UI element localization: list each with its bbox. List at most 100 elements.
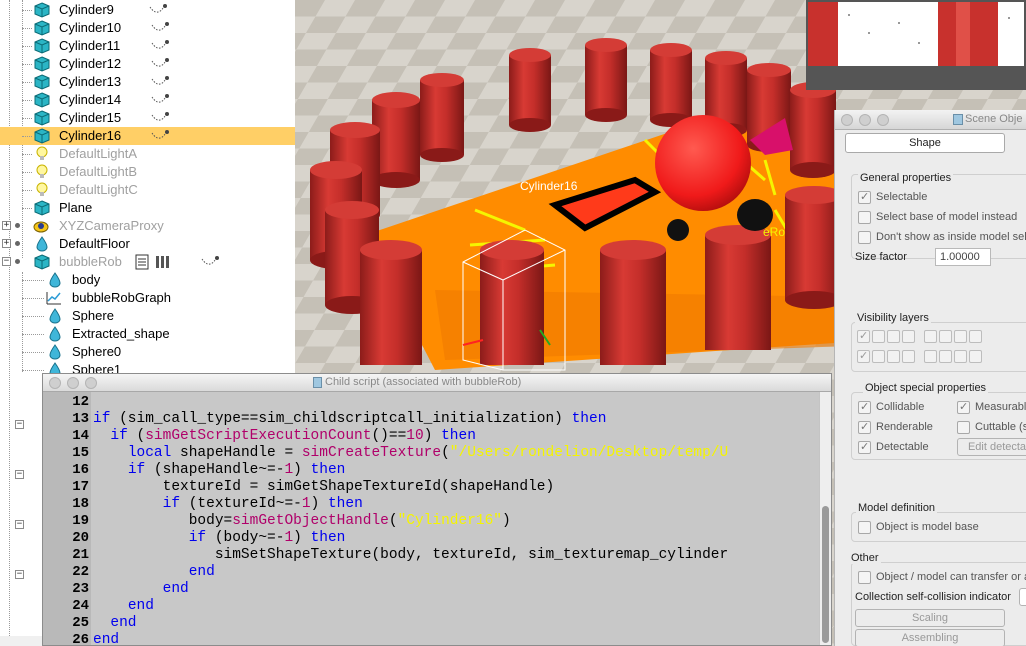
layer-checkbox[interactable]	[969, 350, 982, 363]
close-window-button[interactable]	[841, 114, 853, 126]
tree-item-sphere[interactable]: Sphere	[0, 307, 295, 325]
code-line[interactable]: body=simGetObjectHandle("Cylinder16")	[93, 513, 511, 529]
vision-sensor-view[interactable]	[806, 0, 1026, 90]
checkbox-box[interactable]	[858, 440, 871, 454]
checkbox-box[interactable]	[858, 420, 871, 434]
zoom-window-button[interactable]	[877, 114, 889, 126]
collection-indicator-input[interactable]: (s	[1019, 588, 1026, 606]
tree-item-bubblerob[interactable]: − bubbleRob	[0, 253, 295, 271]
assembling-button[interactable]: Assembling	[855, 629, 1005, 646]
shape-tab-button[interactable]: Shape	[845, 133, 1005, 153]
tree-item-defaultlightc[interactable]: DefaultLightC	[0, 181, 295, 199]
layer-checkbox[interactable]	[887, 330, 900, 343]
scene-object-properties-dialog[interactable]: Scene Obje Shape General properties Sele…	[834, 110, 1026, 646]
line-number: 17	[72, 479, 89, 495]
checkbox-box[interactable]	[858, 571, 871, 584]
cylinder-selected[interactable]	[480, 240, 544, 365]
expand-toggle[interactable]: −	[15, 470, 24, 479]
layer-checkbox[interactable]	[924, 350, 937, 363]
edit-detectable-button[interactable]: Edit detecta	[957, 438, 1026, 456]
checkbox-box[interactable]	[957, 400, 970, 414]
code-line[interactable]: if (body~=-1) then	[93, 530, 346, 546]
tree-item-defaultlighta[interactable]: DefaultLightA	[0, 145, 295, 163]
layer-checkbox[interactable]	[954, 330, 967, 343]
tree-item-defaultfloor[interactable]: + DefaultFloor	[0, 235, 295, 253]
checkbox-box[interactable]	[858, 211, 871, 224]
dynamic-link-icon	[151, 76, 169, 85]
code-line[interactable]: local shapeHandle = simCreateTexture("/U…	[93, 445, 728, 461]
tree-item-cylinder15[interactable]: Cylinder15	[0, 109, 295, 127]
layer-checkbox[interactable]	[939, 350, 952, 363]
code-line[interactable]: end	[93, 581, 189, 597]
tree-item-cylinder11[interactable]: Cylinder11	[0, 37, 295, 55]
checkbox-box[interactable]	[858, 231, 871, 244]
layer-checkbox[interactable]	[872, 350, 885, 363]
code-line[interactable]: if (textureId~=-1) then	[93, 496, 363, 512]
tree-item-label: Plane	[59, 200, 93, 215]
layer-checkbox[interactable]	[902, 350, 915, 363]
layer-checkbox[interactable]	[857, 349, 870, 363]
expand-toggle[interactable]: +	[2, 221, 11, 230]
checkbox-box[interactable]	[858, 400, 871, 414]
code-token: end	[110, 615, 137, 631]
tree-item-bubblerobgraph[interactable]: bubbleRobGraph	[0, 289, 295, 307]
code-line[interactable]: end	[93, 564, 215, 580]
tree-item-plane[interactable]: Plane	[0, 199, 295, 217]
layer-checkbox[interactable]	[857, 329, 870, 343]
checkbox-box[interactable]	[858, 190, 871, 204]
code-line[interactable]: if (shapeHandle~=-1) then	[93, 462, 346, 478]
expand-toggle[interactable]: −	[15, 420, 24, 429]
layer-checkbox[interactable]	[887, 350, 900, 363]
tree-item-sphere0[interactable]: Sphere0	[0, 343, 295, 361]
tree-item-xyzcameraproxy[interactable]: + XYZCameraProxy	[0, 217, 295, 235]
tree-item-cylinder9[interactable]: Cylinder9	[0, 1, 295, 19]
expand-toggle[interactable]: +	[2, 239, 11, 248]
code-line[interactable]: end	[93, 615, 137, 631]
layer-checkbox[interactable]	[872, 330, 885, 343]
layer-checkbox[interactable]	[924, 330, 937, 343]
tree-item-cylinder10[interactable]: Cylinder10	[0, 19, 295, 37]
code-token: then	[327, 496, 363, 512]
expand-toggle[interactable]: −	[15, 570, 24, 579]
code-token: 10	[406, 428, 424, 444]
code-text-area[interactable]: if (sim_call_type==sim_childscriptcall_i…	[91, 392, 819, 645]
layer-checkbox[interactable]	[939, 330, 952, 343]
layer-checkbox[interactable]	[954, 350, 967, 363]
minimize-window-button[interactable]	[859, 114, 871, 126]
light-bulb-icon	[36, 146, 48, 160]
code-line[interactable]: end	[93, 598, 154, 614]
customization-script-icon[interactable]	[155, 254, 171, 270]
script-document-icon[interactable]	[134, 254, 150, 270]
tree-item-cylinder14[interactable]: Cylinder14	[0, 91, 295, 109]
minimize-window-button[interactable]	[67, 377, 79, 389]
code-line[interactable]: end	[93, 632, 119, 645]
code-line[interactable]: if (simGetScriptExecutionCount()==10) th…	[93, 428, 476, 444]
collapse-toggle[interactable]: −	[2, 257, 11, 266]
checkbox-box[interactable]	[957, 421, 970, 434]
tree-item-cylinder16[interactable]: Cylinder16	[0, 127, 295, 145]
expand-toggle[interactable]: −	[15, 520, 24, 529]
scrollbar-thumb[interactable]	[822, 506, 829, 643]
editor-titlebar[interactable]: Child script (associated with bubbleRob)	[43, 374, 831, 392]
tree-item-cylinder12[interactable]: Cylinder12	[0, 55, 295, 73]
layer-checkbox[interactable]	[902, 330, 915, 343]
dialog-titlebar[interactable]: Scene Obje	[835, 110, 1026, 130]
close-window-button[interactable]	[49, 377, 61, 389]
zoom-window-button[interactable]	[85, 377, 97, 389]
size-factor-input[interactable]: 1.00000	[935, 248, 991, 266]
tree-item-cylinder13[interactable]: Cylinder13	[0, 73, 295, 91]
tree-item-defaultlightb[interactable]: DefaultLightB	[0, 163, 295, 181]
code-line[interactable]: if (sim_call_type==sim_childscriptcall_i…	[93, 411, 606, 427]
shape-cube-icon	[34, 92, 50, 108]
code-token: )	[310, 496, 328, 512]
checkbox-box[interactable]	[858, 521, 871, 534]
code-line[interactable]: simSetShapeTexture(body, textureId, sim_…	[93, 547, 728, 563]
tree-item-extracted-shape[interactable]: Extracted_shape	[0, 325, 295, 343]
scaling-button[interactable]: Scaling	[855, 609, 1005, 627]
layer-checkbox[interactable]	[969, 330, 982, 343]
code-token: (	[127, 428, 146, 444]
script-editor-window[interactable]: Child script (associated with bubbleRob)…	[42, 373, 832, 646]
tree-item-body[interactable]: body	[0, 271, 295, 289]
code-line[interactable]: textureId = simGetShapeTextureId(shapeHa…	[93, 479, 555, 495]
